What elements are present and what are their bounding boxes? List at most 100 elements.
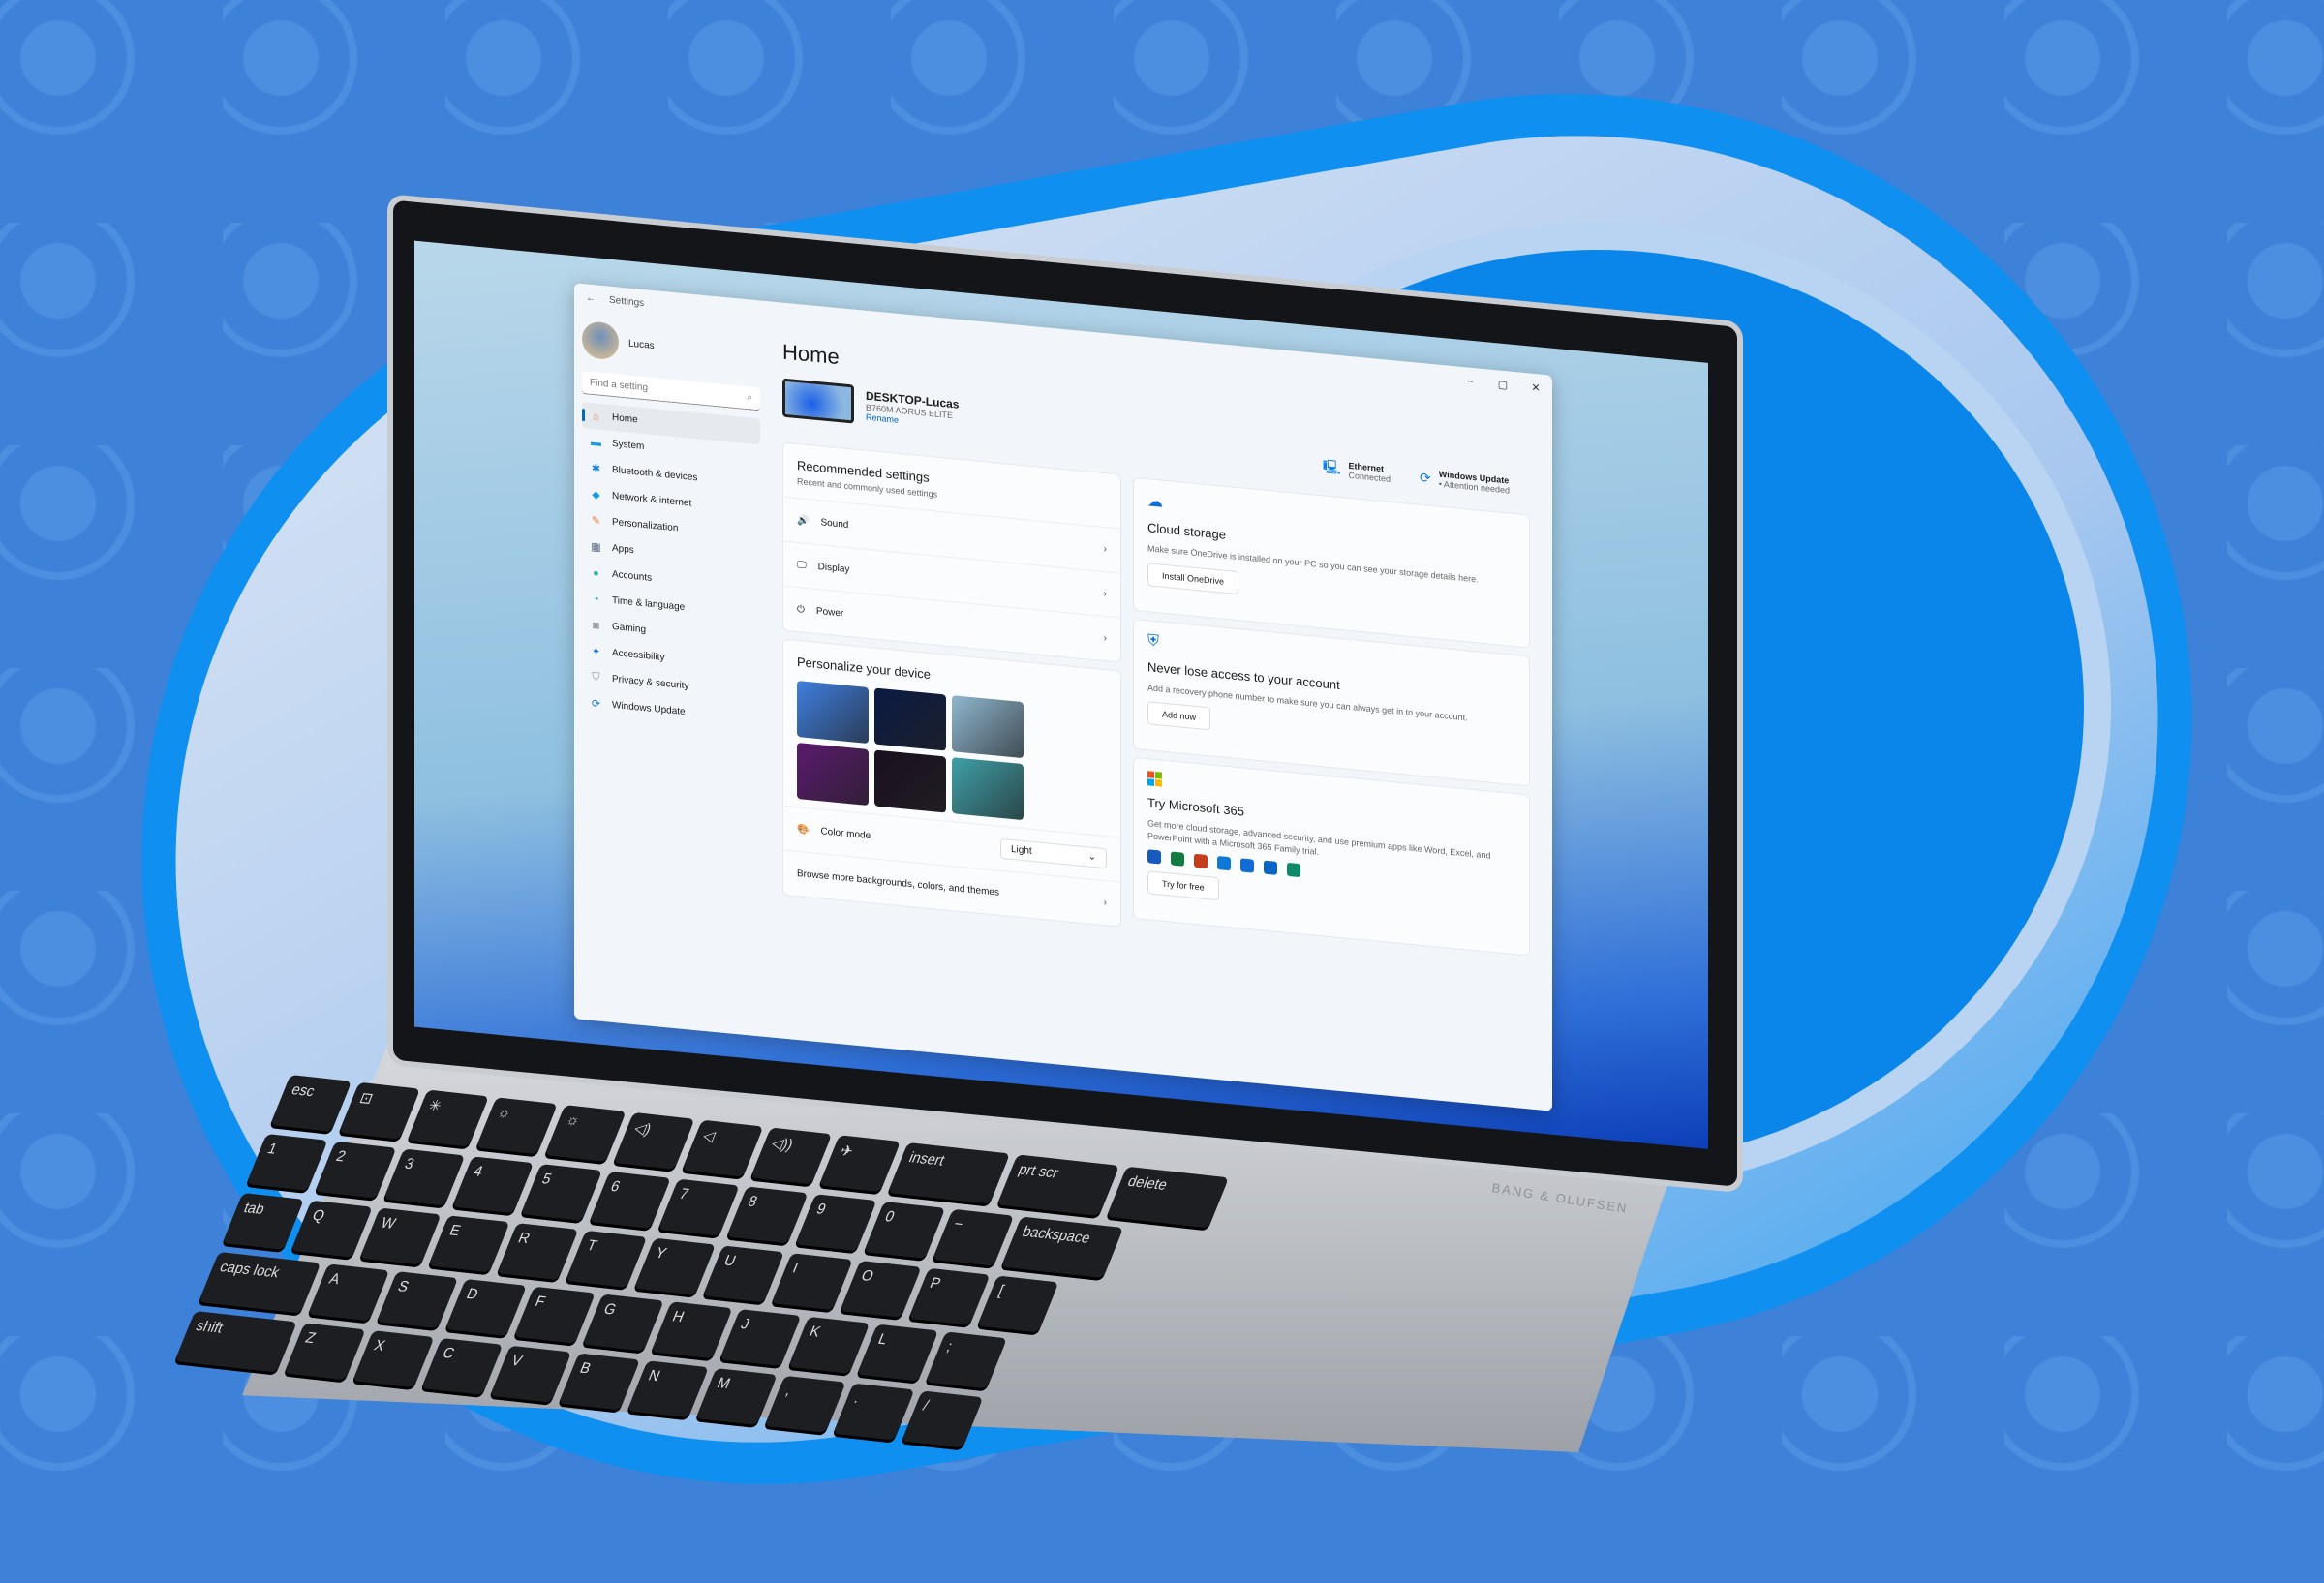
key-o[interactable]: O bbox=[840, 1260, 922, 1318]
key-i[interactable]: I bbox=[771, 1253, 853, 1311]
key-p[interactable]: P bbox=[908, 1267, 991, 1325]
chevron-right-icon: › bbox=[1103, 543, 1107, 556]
key-e[interactable]: E bbox=[428, 1215, 510, 1273]
microsoft-logo-icon bbox=[1147, 771, 1162, 787]
key-c[interactable]: C bbox=[421, 1337, 504, 1395]
key-z[interactable]: Z bbox=[284, 1323, 366, 1381]
minimize-button[interactable]: – bbox=[1453, 366, 1486, 396]
key-6[interactable]: 6 bbox=[589, 1171, 671, 1229]
key-7[interactable]: 7 bbox=[657, 1178, 740, 1236]
key-x[interactable]: X bbox=[352, 1330, 435, 1388]
app-icon bbox=[1147, 849, 1161, 865]
theme-thumbnail[interactable] bbox=[797, 680, 869, 744]
app-icon bbox=[1240, 858, 1254, 873]
theme-thumbnail[interactable] bbox=[952, 757, 1024, 821]
key--[interactable]: ◁)) bbox=[749, 1127, 833, 1185]
key--[interactable]: ◁) bbox=[613, 1111, 695, 1170]
left-column: Recommended settings Recent and commonly… bbox=[782, 441, 1121, 935]
search-icon: ⌕ bbox=[747, 392, 752, 404]
setting-icon: 🖵 bbox=[797, 559, 807, 571]
key-t[interactable]: T bbox=[565, 1230, 648, 1288]
personalize-card: Personalize your device 🎨 Color mode Lig… bbox=[782, 638, 1121, 928]
key-l[interactable]: L bbox=[856, 1324, 939, 1382]
key-0[interactable]: 0 bbox=[864, 1201, 946, 1259]
key-g[interactable]: G bbox=[582, 1294, 664, 1352]
key-u[interactable]: U bbox=[702, 1245, 784, 1303]
key-shift[interactable]: shift bbox=[174, 1311, 297, 1373]
key-a[interactable]: A bbox=[308, 1263, 390, 1322]
palette-icon: 🎨 bbox=[797, 823, 810, 837]
key--[interactable]: , bbox=[764, 1375, 846, 1433]
sidebar-item-label: Personalization bbox=[612, 516, 679, 534]
sidebar-item-label: Time & language bbox=[612, 594, 686, 614]
color-mode-select[interactable]: Light ⌄ bbox=[1000, 837, 1107, 869]
key-q[interactable]: Q bbox=[290, 1200, 373, 1258]
key-d[interactable]: D bbox=[444, 1278, 527, 1336]
key-w[interactable]: W bbox=[359, 1207, 442, 1265]
key-h[interactable]: H bbox=[651, 1301, 733, 1359]
install-onedrive-button[interactable]: Install OneDrive bbox=[1147, 562, 1239, 594]
nav-icon: ⌂ bbox=[593, 410, 599, 423]
key--[interactable]: − bbox=[932, 1208, 1015, 1266]
nav-icon: ▦ bbox=[591, 540, 601, 554]
sidebar-item-label: System bbox=[612, 438, 645, 453]
key-delete[interactable]: delete bbox=[1106, 1166, 1230, 1229]
key-3[interactable]: 3 bbox=[383, 1148, 466, 1206]
nav-icon: ✎ bbox=[591, 514, 601, 528]
sidebar-item-label: Accessibility bbox=[612, 647, 665, 664]
key--[interactable]: ✈ bbox=[818, 1135, 902, 1193]
user-profile[interactable]: Lucas bbox=[582, 320, 760, 374]
add-now-button[interactable]: Add now bbox=[1147, 701, 1211, 731]
key--[interactable]: ☼ bbox=[475, 1097, 558, 1155]
key-b[interactable]: B bbox=[558, 1353, 641, 1411]
try-for-free-button[interactable]: Try for free bbox=[1147, 870, 1219, 901]
key-8[interactable]: 8 bbox=[726, 1186, 809, 1244]
key-r[interactable]: R bbox=[497, 1223, 579, 1281]
key-f[interactable]: F bbox=[513, 1286, 596, 1344]
key-insert[interactable]: insert bbox=[887, 1142, 1011, 1204]
key-5[interactable]: 5 bbox=[520, 1164, 602, 1222]
m365-card: Try Microsoft 365 Get more cloud storage… bbox=[1133, 756, 1530, 957]
app-icon bbox=[1264, 860, 1277, 876]
theme-thumbnail[interactable] bbox=[874, 749, 946, 813]
search-placeholder: Find a setting bbox=[590, 377, 649, 394]
key-9[interactable]: 9 bbox=[795, 1194, 877, 1252]
key-v[interactable]: V bbox=[489, 1345, 572, 1403]
close-button[interactable]: ✕ bbox=[1519, 373, 1552, 403]
nav-icon: ⟳ bbox=[591, 697, 601, 711]
key-k[interactable]: K bbox=[788, 1316, 871, 1374]
setting-icon: 🔊 bbox=[797, 514, 810, 528]
theme-thumbnail[interactable] bbox=[874, 687, 946, 751]
maximize-button[interactable]: ▢ bbox=[1486, 369, 1519, 399]
back-arrow-icon[interactable]: ← bbox=[586, 292, 596, 304]
key--[interactable]: ◁ bbox=[682, 1119, 764, 1177]
key--[interactable]: [ bbox=[977, 1275, 1059, 1333]
key-backspace[interactable]: backspace bbox=[1000, 1216, 1124, 1279]
sidebar-item-label: Apps bbox=[612, 542, 634, 557]
theme-thumbnail[interactable] bbox=[952, 695, 1024, 759]
key--[interactable]: ⊡ bbox=[338, 1081, 421, 1140]
key-j[interactable]: J bbox=[719, 1309, 802, 1367]
screen-bezel: ← Settings – ▢ ✕ Lucas Find a setting ⌕ … bbox=[387, 194, 1743, 1194]
nav-icon: ◆ bbox=[592, 488, 600, 502]
color-mode-label: Color mode bbox=[820, 826, 872, 842]
app-icon bbox=[1171, 851, 1184, 868]
key-2[interactable]: 2 bbox=[315, 1141, 397, 1199]
key-caps-lock[interactable]: caps lock bbox=[199, 1252, 321, 1314]
key-y[interactable]: Y bbox=[633, 1237, 717, 1295]
chevron-right-icon: › bbox=[1103, 632, 1107, 645]
main-content: Home DESKTOP-Lucas B760M AORUS ELITE Ren… bbox=[782, 330, 1539, 1111]
theme-thumbnail[interactable] bbox=[797, 742, 869, 806]
avatar bbox=[582, 320, 619, 361]
key-n[interactable]: N bbox=[627, 1360, 709, 1418]
key--[interactable]: / bbox=[902, 1390, 984, 1448]
key--[interactable]: ; bbox=[925, 1331, 1007, 1389]
key--[interactable]: ☼ bbox=[544, 1105, 627, 1163]
key-s[interactable]: S bbox=[376, 1271, 459, 1329]
key--[interactable]: . bbox=[833, 1383, 915, 1441]
key-prt-scr[interactable]: prt scr bbox=[996, 1154, 1120, 1216]
key-4[interactable]: 4 bbox=[451, 1156, 535, 1214]
settings-window: ← Settings – ▢ ✕ Lucas Find a setting ⌕ … bbox=[574, 283, 1552, 1111]
key-m[interactable]: M bbox=[695, 1368, 778, 1426]
key--[interactable]: ✳ bbox=[407, 1089, 489, 1147]
